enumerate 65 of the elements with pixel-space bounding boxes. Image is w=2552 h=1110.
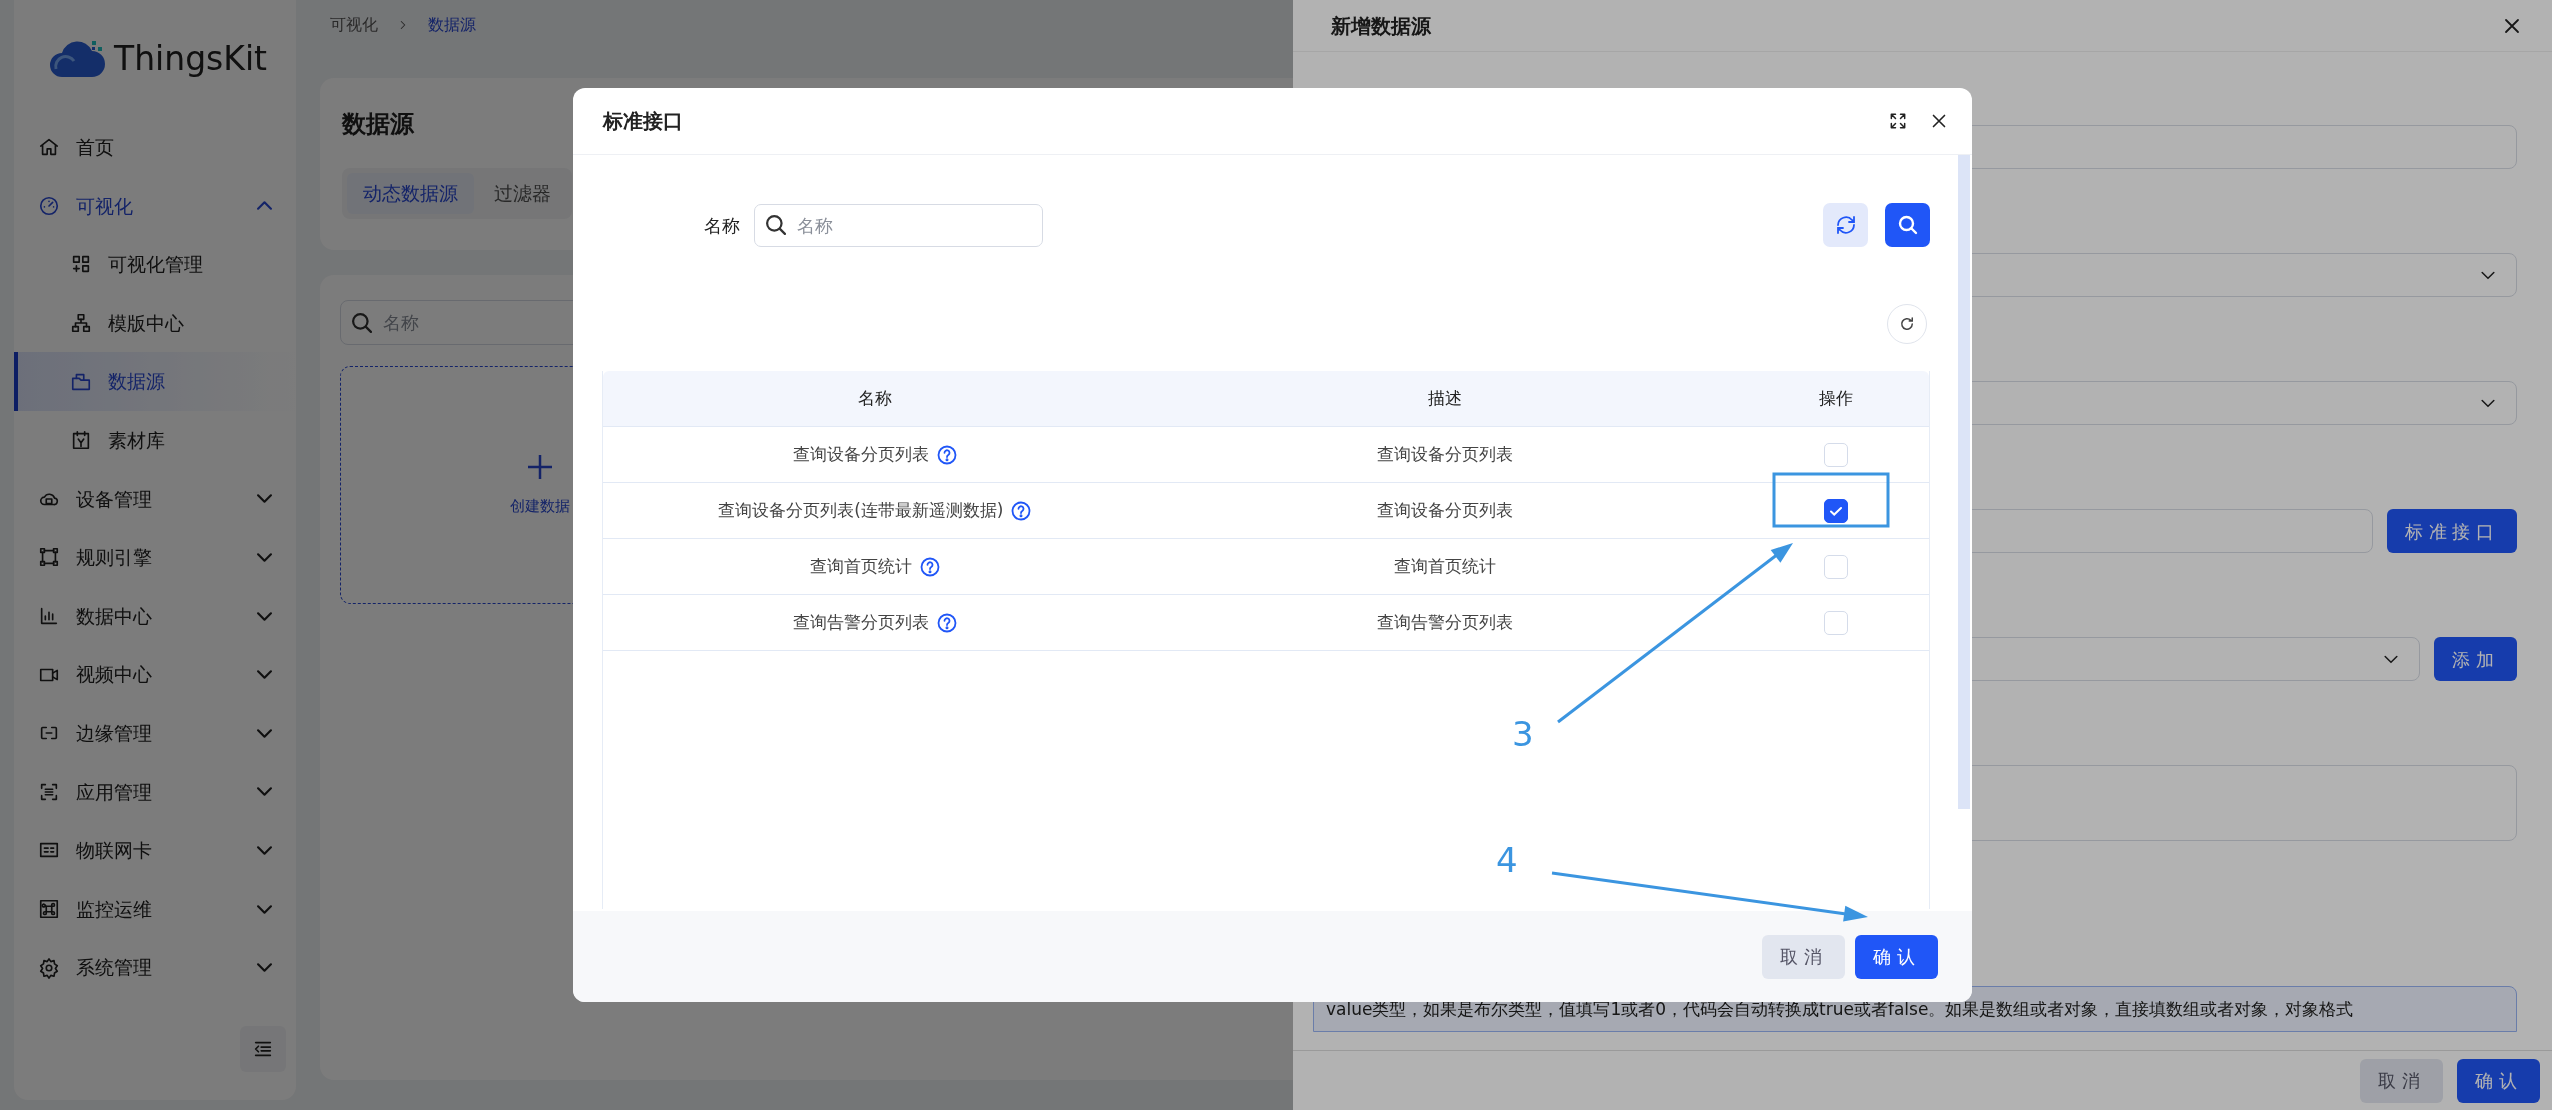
checkbox[interactable] — [1824, 498, 1849, 523]
help-icon[interactable] — [1011, 500, 1032, 521]
sidebar-item[interactable]: 可视化管理 — [14, 235, 296, 294]
sidebar-item[interactable]: 可视化 — [14, 176, 296, 236]
calendar-icon — [70, 429, 92, 452]
column-header: 名称 — [857, 386, 892, 410]
create-label: 创建数据 — [510, 495, 570, 517]
collapse-button[interactable] — [240, 1026, 286, 1072]
sidebar-item[interactable]: 数据中心 — [14, 586, 296, 646]
column-header: 操作 — [1819, 386, 1854, 410]
sidebar-item[interactable]: 素材库 — [14, 410, 296, 470]
confirm-button[interactable]: 确认 — [2457, 1058, 2540, 1103]
primary-button[interactable]: 标准接口 — [2387, 509, 2517, 553]
logo-text: ThingsKit — [114, 38, 268, 81]
tab[interactable]: 过滤器 — [478, 173, 567, 214]
refresh-button[interactable] — [1887, 304, 1927, 344]
sidebar-item[interactable]: 首页 — [14, 118, 296, 177]
primary-button[interactable]: 添加 — [2434, 637, 2517, 681]
step-number: 4 — [1496, 840, 1518, 880]
page-title: 数据源 — [342, 109, 414, 140]
table-cell-text: 查询设备分页列表 — [792, 442, 929, 466]
table-cell-text: 查询首页统计 — [1394, 554, 1496, 578]
sidebar-item[interactable]: 规则引擎 — [14, 528, 296, 587]
gauge-icon — [38, 194, 60, 217]
step-number: 3 — [1512, 714, 1534, 754]
sidebar-item[interactable]: 模版中心 — [14, 293, 296, 353]
breadcrumb-item[interactable]: 可视化 — [330, 13, 378, 37]
help-icon[interactable] — [936, 444, 957, 465]
sidebar-item[interactable]: 边缘管理 — [14, 703, 296, 763]
reset-button[interactable] — [1823, 203, 1868, 247]
command-icon — [38, 898, 60, 920]
dialog-title: 标准接口 — [603, 108, 684, 135]
search-button[interactable] — [1885, 203, 1930, 247]
table-cell-text: 查询告警分页列表 — [792, 610, 929, 634]
refresh-icon — [1898, 315, 1916, 333]
table-cell-text: 查询首页统计 — [809, 554, 912, 578]
sidebar-item[interactable]: 监控运维 — [14, 879, 296, 939]
table-cell-text: 查询告警分页列表 — [1377, 610, 1513, 634]
sidebar-item[interactable]: 设备管理 — [14, 469, 296, 529]
table-cell-text: 查询设备分页列表 — [1377, 498, 1513, 522]
scrollbar[interactable] — [1958, 155, 1970, 809]
field-label: 名称 — [704, 213, 740, 238]
help-icon[interactable] — [919, 556, 940, 577]
confirm-button[interactable]: 确认 — [1855, 934, 1938, 979]
sitemap-icon — [70, 312, 92, 335]
cancel-button[interactable]: 取消 — [2360, 1058, 2444, 1103]
table-cell-text: 查询设备分页列表 — [1377, 442, 1513, 466]
sidebar-item[interactable]: 系统管理 — [14, 938, 296, 997]
cancel-button[interactable]: 取消 — [1762, 934, 1846, 979]
drawer-title: 新增数据源 — [1331, 12, 1431, 40]
sidebar-item[interactable]: 物联网卡 — [14, 821, 296, 880]
gear-icon — [38, 956, 60, 979]
plus-icon — [526, 452, 554, 481]
cloud-logo-icon — [48, 39, 106, 79]
sidebar-item[interactable]: 视频中心 — [14, 645, 296, 704]
sidebar-item[interactable]: 应用管理 — [14, 762, 296, 822]
search-icon — [766, 215, 786, 235]
search-field[interactable]: 名称 — [754, 203, 1043, 247]
fullscreen-icon[interactable] — [1888, 111, 1908, 131]
column-header: 描述 — [1428, 386, 1462, 410]
nodes-icon — [38, 546, 60, 569]
breadcrumb-item[interactable]: 数据源 — [428, 13, 476, 37]
search-icon — [352, 312, 372, 333]
tab[interactable]: 动态数据源 — [347, 173, 474, 214]
help-icon[interactable] — [936, 612, 957, 633]
